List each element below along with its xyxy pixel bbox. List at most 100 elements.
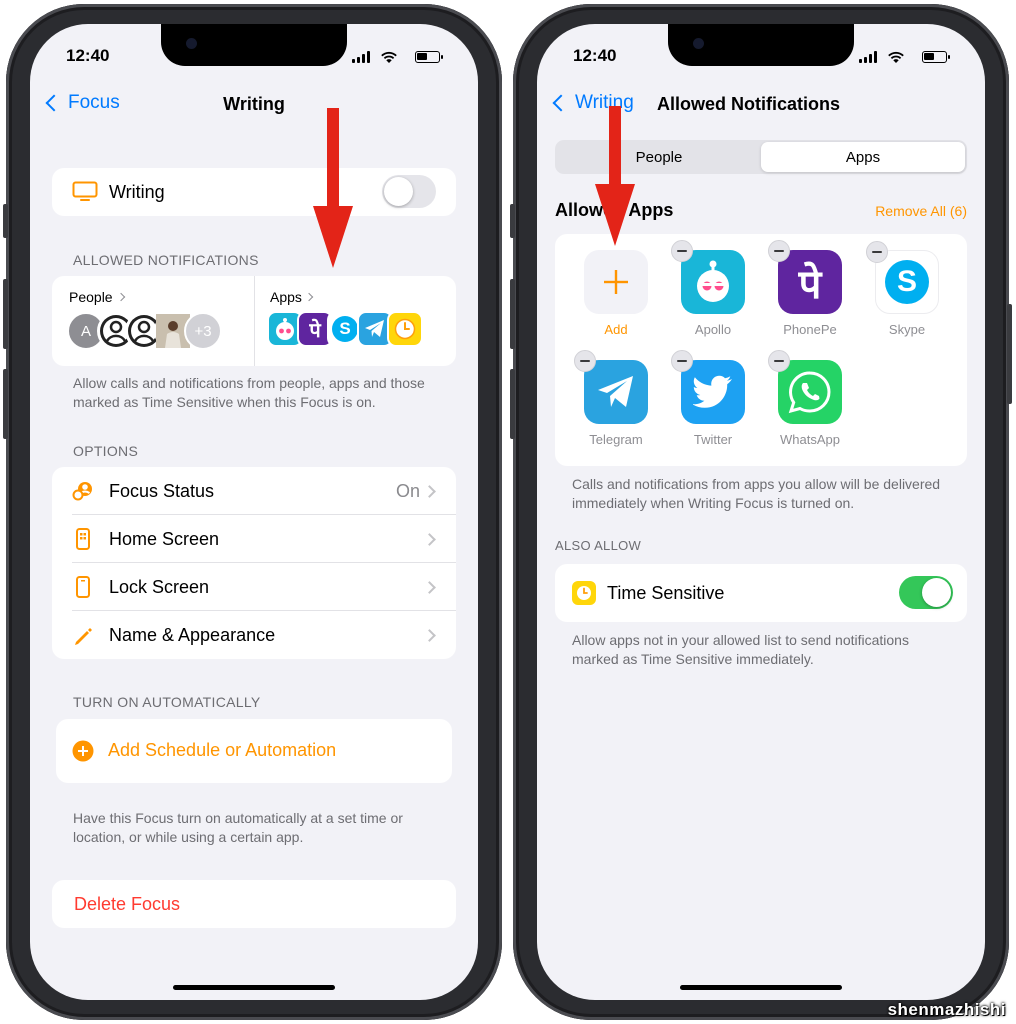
delete-focus-label: Delete Focus <box>74 894 181 914</box>
focus-toggle[interactable] <box>382 175 436 208</box>
app-name: PhonePe <box>783 322 837 337</box>
apps-footer: Calls and notifications from apps you al… <box>572 476 941 511</box>
add-schedule-card[interactable]: Add Schedule or Automation <box>56 719 452 783</box>
home-indicator[interactable] <box>680 985 842 990</box>
time-sensitive-toggle[interactable] <box>899 576 953 609</box>
whatsapp-icon <box>768 350 842 424</box>
time-sensitive-footer: Allow apps not in your allowed list to s… <box>572 632 909 667</box>
app-name: Apollo <box>694 322 732 337</box>
battery-icon <box>415 51 443 63</box>
annotation-arrow-head <box>595 184 635 246</box>
option-value: On <box>395 480 420 501</box>
remove-app-icon[interactable] <box>574 350 596 372</box>
turn-on-automatically-header: TURN ON AUTOMATICALLY <box>73 694 261 710</box>
chevron-right-icon <box>116 292 126 302</box>
page-title: Writing <box>223 94 285 114</box>
app-item-phonepe[interactable]: पे PhonePe <box>768 240 842 337</box>
allowed-notifications-header: ALLOWED NOTIFICATIONS <box>73 252 259 268</box>
pencil-icon <box>75 628 92 645</box>
chevron-right-icon <box>423 628 436 642</box>
wifi-icon <box>381 51 397 63</box>
focus-name-label: Writing <box>109 182 165 202</box>
options-card: Focus Status On Home Screen Lock Screen … <box>52 467 456 659</box>
volume-down-button <box>510 369 515 439</box>
option-label: Focus Status <box>109 480 215 501</box>
apollo-icon <box>671 240 745 314</box>
option-name-appearance[interactable]: Name & Appearance <box>52 611 456 659</box>
option-focus-status[interactable]: Focus Status On <box>52 467 456 515</box>
app-item-telegram[interactable]: Telegram <box>574 350 648 447</box>
also-allow-header: ALSO ALLOW <box>555 538 642 553</box>
back-button[interactable]: Writing <box>551 92 634 114</box>
status-bar: 12:40 <box>66 46 448 68</box>
page-title: Allowed Notifications <box>657 94 841 114</box>
add-schedule-label: Add Schedule or Automation <box>108 740 337 760</box>
remove-app-icon[interactable] <box>768 240 790 262</box>
apps-cell[interactable]: Apps पे S <box>255 276 456 366</box>
remove-app-icon[interactable] <box>768 350 790 372</box>
more-people-badge: +3 <box>184 312 222 350</box>
back-label: Writing <box>575 92 634 113</box>
delete-focus-button[interactable]: Delete Focus <box>52 880 456 928</box>
allowed-notifications-footer: Allow calls and notifications from peopl… <box>73 375 425 410</box>
left-phone-frame: 12:40 Focus Writing Writing ALLOWED NOTI… <box>3 4 502 1020</box>
people-cell[interactable]: People A +3 <box>52 276 254 366</box>
cellular-signal-icon <box>859 51 877 63</box>
remove-app-icon[interactable] <box>866 241 888 263</box>
lock-screen-icon <box>76 576 90 598</box>
remove-app-icon[interactable] <box>671 350 693 372</box>
app-name: WhatsApp <box>780 432 840 447</box>
nav-bar: Focus Writing <box>30 92 478 122</box>
segment-apps[interactable]: Apps <box>761 142 965 172</box>
segment-people[interactable]: People <box>557 142 761 172</box>
cellular-signal-icon <box>352 51 370 63</box>
chevron-right-icon <box>423 484 436 498</box>
add-circle-icon <box>72 740 94 762</box>
focus-status-icon <box>72 482 92 501</box>
battery-icon <box>922 51 950 63</box>
app-item-skype[interactable]: S Skype <box>866 241 939 337</box>
wifi-icon <box>888 51 904 63</box>
status-bar: 12:40 <box>573 46 955 68</box>
remove-all-button[interactable]: Remove All (6) <box>875 203 967 219</box>
app-item-apollo[interactable]: Apollo <box>671 240 745 337</box>
desktop-icon <box>72 181 98 201</box>
toggle-knob <box>922 578 951 607</box>
annotation-arrow-shaft <box>327 108 339 208</box>
volume-down-button <box>3 369 8 439</box>
app-item-twitter[interactable]: Twitter <box>671 350 745 447</box>
option-lock-screen[interactable]: Lock Screen <box>52 563 456 611</box>
allowed-notifications-card: People A +3 Apps पे S <box>52 276 456 366</box>
chevron-right-icon <box>423 532 436 546</box>
skype-icon: S <box>866 241 939 314</box>
twitter-icon <box>671 350 745 424</box>
annotation-arrow-shaft <box>609 106 621 190</box>
app-name: Twitter <box>693 432 733 447</box>
home-screen-icon <box>76 528 90 550</box>
left-screen: 12:40 Focus Writing Writing ALLOWED NOTI… <box>30 24 478 1000</box>
apps-label: Apps <box>270 289 302 305</box>
right-screen: 12:40 Writing Allowed Notifications Peop… <box>537 24 985 1000</box>
watermark: shenmazhishi <box>887 1000 1006 1019</box>
toggle-knob <box>384 177 413 206</box>
phonepe-icon: पे <box>768 240 842 314</box>
power-button <box>1007 304 1012 404</box>
option-label: Home Screen <box>109 528 220 549</box>
volume-up-button <box>510 279 515 349</box>
right-phone-frame: 12:40 Writing Allowed Notifications Peop… <box>510 4 1012 1020</box>
options-header: OPTIONS <box>73 443 139 459</box>
nav-bar: Writing Allowed Notifications <box>537 92 985 122</box>
volume-up-button <box>3 279 8 349</box>
home-indicator[interactable] <box>173 985 335 990</box>
app-name: Add <box>604 322 628 337</box>
option-home-screen[interactable]: Home Screen <box>52 515 456 563</box>
remove-app-icon[interactable] <box>671 240 693 262</box>
auto-footer: Have this Focus turn on automatically at… <box>73 810 403 845</box>
mute-switch <box>510 204 515 238</box>
app-name: Skype <box>888 322 926 337</box>
people-label: People <box>69 289 113 305</box>
add-icon <box>584 250 648 314</box>
mute-switch <box>3 204 8 238</box>
add-app-button[interactable]: Add <box>584 250 648 337</box>
app-item-whatsapp[interactable]: WhatsApp <box>768 350 842 447</box>
